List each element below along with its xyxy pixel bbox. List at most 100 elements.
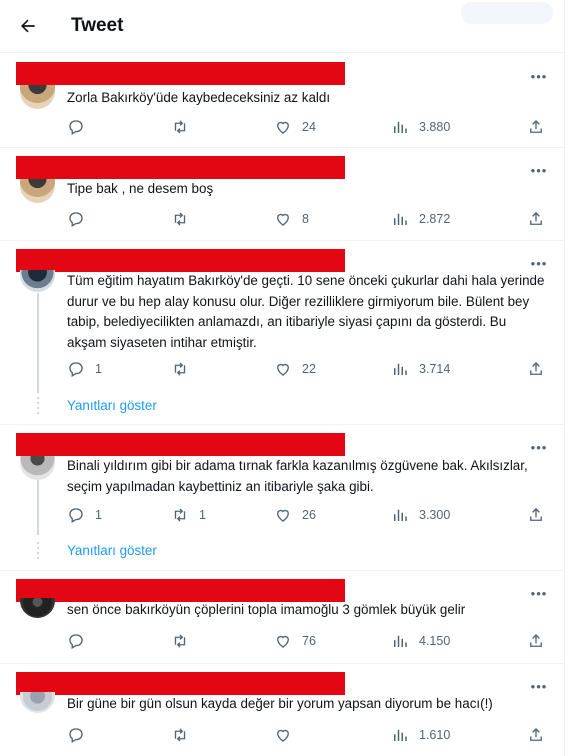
retweet-button[interactable] — [171, 359, 199, 379]
avatar[interactable] — [20, 456, 55, 480]
views-icon — [394, 509, 407, 521]
thread-line — [37, 480, 39, 535]
tweet-text: sen önce bakırköyün çöplerini topla imam… — [67, 602, 466, 617]
avatar[interactable] — [20, 179, 55, 203]
tweet-actions: 1 1 26 3.300 — [67, 505, 547, 525]
reply-tweet[interactable]: ••• Tüm eğitim hayatım Bakırköy'de geçti… — [0, 241, 564, 425]
avatar[interactable] — [20, 85, 55, 109]
more-options-button[interactable]: ••• — [527, 253, 551, 273]
more-options-button[interactable]: ••• — [527, 437, 551, 457]
views-icon — [394, 213, 407, 225]
retweet-button[interactable] — [171, 631, 199, 651]
tweet-actions: 24 3.880 — [67, 117, 547, 137]
reply-button[interactable] — [67, 725, 95, 745]
more-options-button[interactable]: ••• — [527, 160, 551, 180]
like-button[interactable]: 8 — [274, 209, 309, 229]
reply-tweet[interactable]: ••• Bir güne bir gün olsun kayda değer b… — [0, 664, 564, 756]
retweet-icon — [174, 362, 186, 376]
retweet-count: 1 — [199, 508, 206, 522]
tweet-text: Binali yıldırım gibi bir adama tırnak fa… — [67, 458, 528, 494]
share-icon — [530, 120, 542, 133]
page-title: Tweet — [71, 15, 124, 36]
views-count: 3.714 — [419, 362, 451, 376]
more-dots-icon: ••• — [530, 439, 548, 455]
reply-button[interactable]: 1 — [67, 359, 102, 379]
like-count: 24 — [302, 120, 316, 134]
share-button[interactable] — [527, 505, 545, 525]
views-button[interactable]: 3.300 — [391, 505, 450, 525]
share-icon — [530, 362, 542, 375]
like-button[interactable]: 24 — [274, 117, 316, 137]
share-icon — [530, 634, 542, 647]
views-button[interactable]: 2.872 — [391, 209, 450, 229]
like-button[interactable]: 76 — [274, 631, 316, 651]
retweet-icon — [174, 120, 186, 134]
like-button[interactable] — [274, 725, 302, 745]
share-icon — [530, 728, 542, 741]
more-dots-icon: ••• — [530, 585, 548, 601]
show-replies-link[interactable]: Yanıtları göster — [67, 398, 157, 413]
reply-button[interactable] — [67, 209, 95, 229]
share-button[interactable] — [527, 725, 545, 745]
views-button[interactable]: 1.610 — [391, 725, 450, 745]
views-button[interactable]: 3.880 — [391, 117, 450, 137]
like-button[interactable]: 22 — [274, 359, 316, 379]
avatar[interactable] — [20, 270, 55, 292]
views-count: 1.610 — [419, 728, 451, 742]
avatar[interactable] — [20, 598, 55, 618]
show-replies-link[interactable]: Yanıtları göster — [67, 543, 157, 558]
reply-button[interactable]: 1 — [67, 505, 102, 525]
retweet-icon — [174, 728, 186, 742]
redacted-author — [16, 579, 345, 602]
more-options-button[interactable]: ••• — [527, 66, 551, 86]
reply-icon — [69, 728, 83, 743]
reply-tweet[interactable]: ••• Zorla Bakırköy'üde kaybedeceksiniz a… — [0, 54, 564, 148]
views-button[interactable]: 3.714 — [391, 359, 450, 379]
retweet-icon — [174, 212, 186, 226]
reply-icon — [69, 212, 83, 227]
heart-icon — [277, 729, 289, 742]
reply-icon — [69, 120, 83, 135]
reply-tweet[interactable]: ••• sen önce bakırköyün çöplerini topla … — [0, 571, 564, 664]
more-options-button[interactable]: ••• — [527, 676, 551, 696]
retweet-icon — [174, 508, 186, 522]
tweet-actions: 76 4.150 — [67, 631, 547, 651]
retweet-icon — [174, 634, 186, 648]
more-dots-icon: ••• — [530, 678, 548, 694]
retweet-button[interactable] — [171, 117, 199, 137]
views-icon — [394, 635, 407, 647]
reply-tweet[interactable]: ••• Binali yıldırım gibi bir adama tırna… — [0, 425, 564, 571]
reply-count: 1 — [95, 362, 102, 376]
avatar[interactable] — [20, 692, 55, 713]
like-count: 26 — [302, 508, 316, 522]
tweet-text: Zorla Bakırköy'üde kaybedeceksiniz az ka… — [67, 90, 331, 105]
views-button[interactable]: 4.150 — [391, 631, 450, 651]
reply-tweet[interactable]: ••• Tipe bak , ne desem boş 8 2.872 — [0, 148, 564, 241]
share-icon — [530, 508, 542, 521]
share-button[interactable] — [527, 117, 545, 137]
arrow-left-icon — [21, 19, 35, 33]
retweet-button[interactable]: 1 — [171, 505, 206, 525]
retweet-button[interactable] — [171, 209, 199, 229]
reply-button[interactable] — [67, 631, 95, 651]
views-count: 2.872 — [419, 212, 451, 226]
share-button[interactable] — [527, 209, 545, 229]
tweet-page: Tweet ••• Zorla Bakırköy'üde kaybedeceks… — [0, 0, 565, 756]
reply-button[interactable] — [67, 117, 95, 137]
retweet-button[interactable] — [171, 725, 199, 745]
reply-icon — [69, 362, 83, 377]
redacted-author — [16, 433, 345, 456]
heart-icon — [277, 121, 289, 134]
back-button[interactable] — [8, 6, 48, 46]
tweet-actions: 1.610 — [67, 725, 547, 745]
share-button[interactable] — [527, 631, 545, 651]
like-button[interactable]: 26 — [274, 505, 316, 525]
share-button[interactable] — [527, 359, 545, 379]
thread-dots — [37, 542, 39, 560]
scrollbar-track[interactable] — [568, 0, 576, 756]
redacted-author — [16, 672, 345, 695]
like-count: 76 — [302, 634, 316, 648]
share-icon — [530, 212, 542, 225]
heart-icon — [277, 363, 289, 376]
redacted-author — [16, 249, 345, 272]
